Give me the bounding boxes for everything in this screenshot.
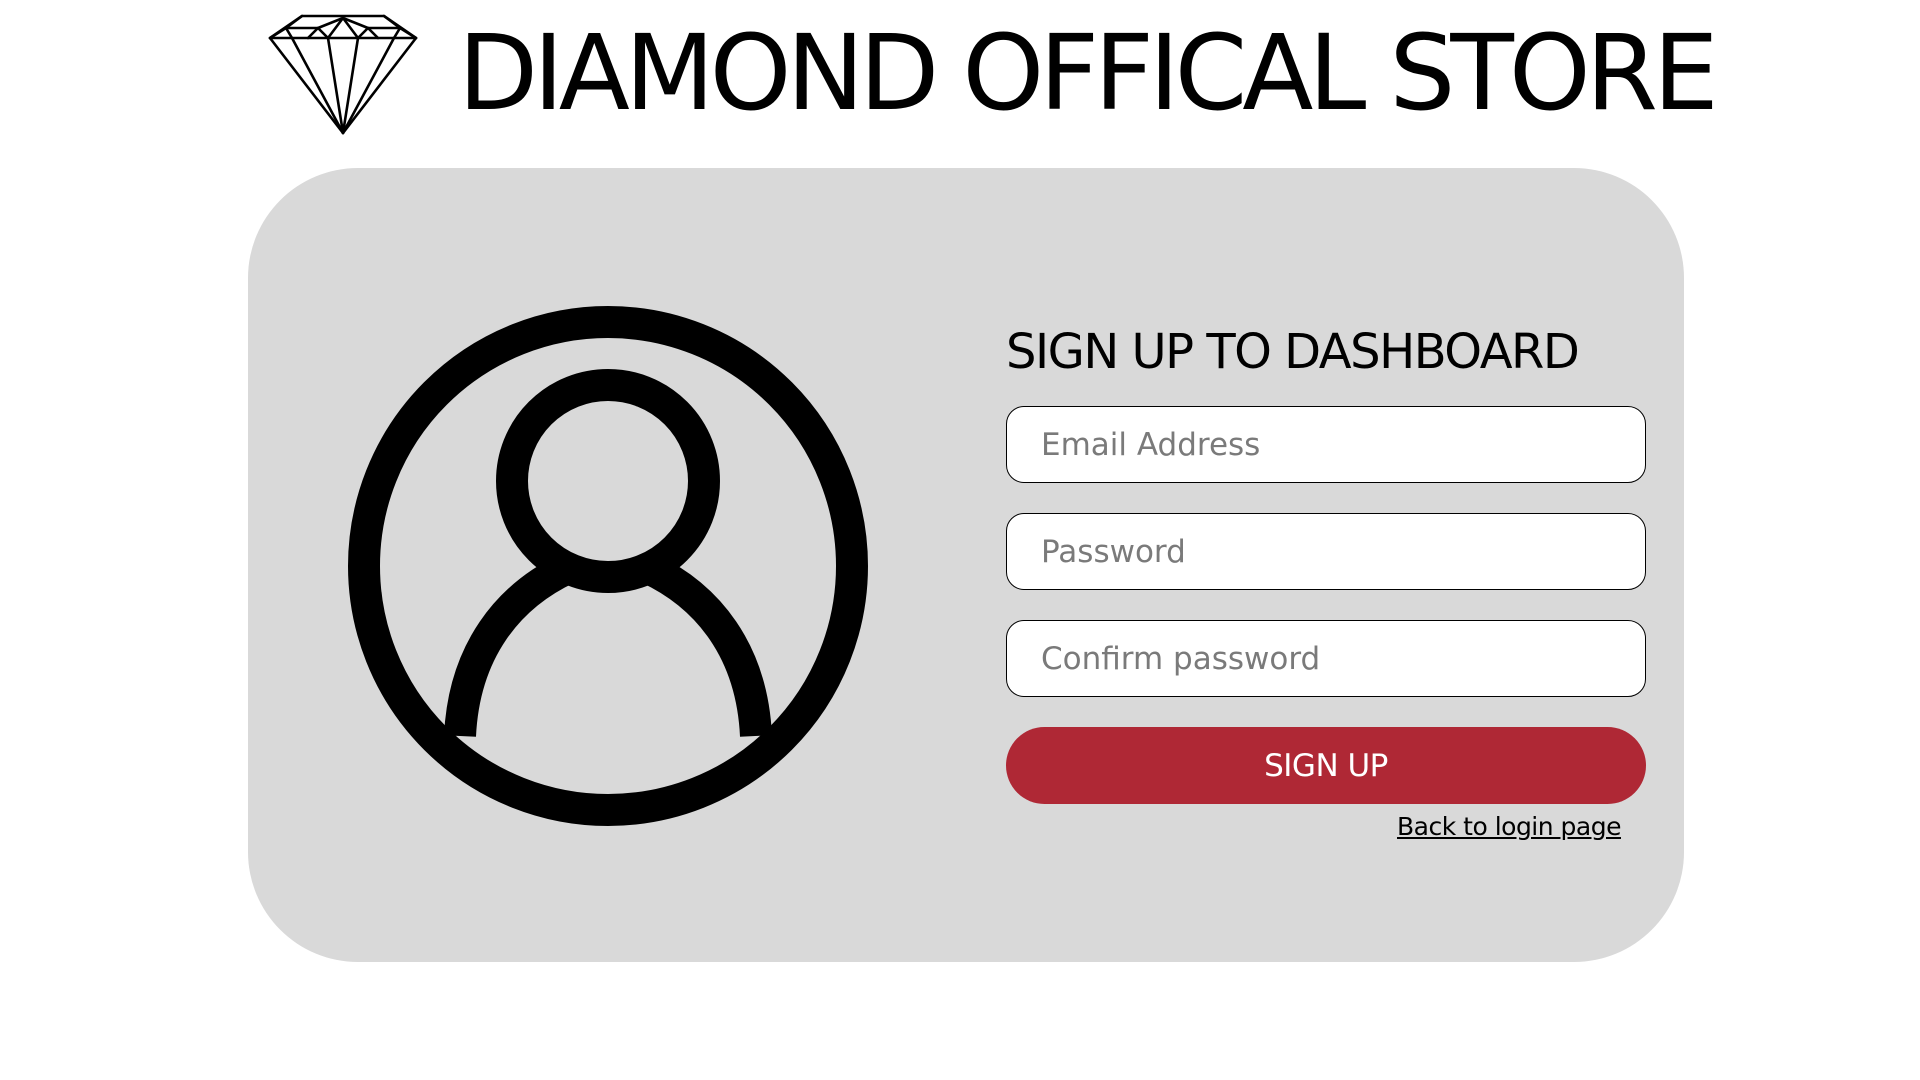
store-title: DIAMOND OFFICAL STORE: [458, 12, 1719, 134]
signup-page: DIAMOND OFFICAL STORE SIGN UP TO DASHBOA…: [0, 0, 1920, 1080]
password-field[interactable]: [1006, 513, 1646, 590]
signup-card: SIGN UP TO DASHBOARD SIGN UP Back to log…: [248, 168, 1684, 962]
confirm-password-field[interactable]: [1006, 620, 1646, 697]
user-avatar-icon: [348, 306, 868, 826]
signup-button[interactable]: SIGN UP: [1006, 727, 1646, 804]
email-field[interactable]: [1006, 406, 1646, 483]
signup-form: SIGN UP TO DASHBOARD SIGN UP Back to log…: [1006, 324, 1646, 841]
diamond-icon: [268, 14, 418, 135]
page-header: DIAMOND OFFICAL STORE: [268, 8, 1719, 138]
back-to-login-link[interactable]: Back to login page: [1397, 812, 1621, 841]
form-title: SIGN UP TO DASHBOARD: [1006, 324, 1580, 380]
